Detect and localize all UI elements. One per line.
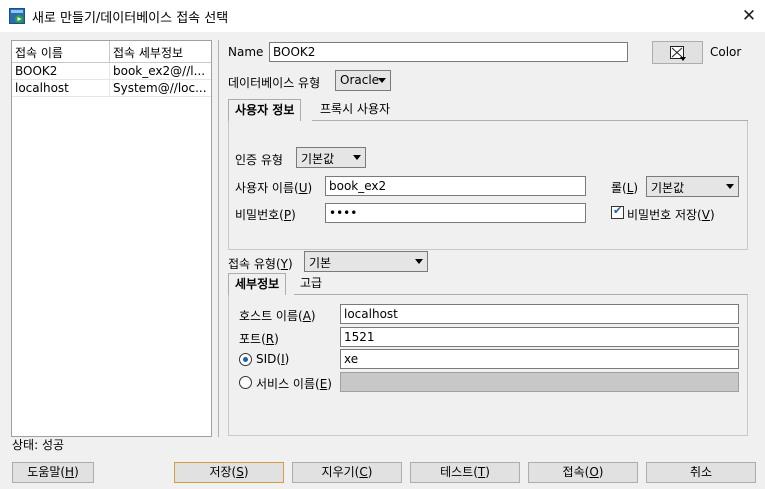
service-name-input[interactable] [340, 372, 739, 392]
help-button[interactable]: 도움말(H) [12, 462, 94, 483]
connection-type-select[interactable]: 기본 [304, 251, 428, 272]
clear-button[interactable]: 지우기(C) [292, 462, 402, 483]
name-input[interactable]: BOOK2 [269, 42, 628, 62]
connection-row[interactable]: localhost System@//loc... [12, 80, 211, 97]
username-input[interactable]: book_ex2 [325, 176, 586, 196]
chevron-down-icon [353, 155, 361, 160]
status-text: 상태: 성공 [12, 438, 65, 452]
tab-proxy-user[interactable]: 프록시 사용자 [314, 99, 396, 121]
save-password-label: 비밀번호 저장(V) [627, 208, 715, 222]
test-button[interactable]: 테스트(T) [410, 462, 520, 483]
sid-label: SID(I) [256, 352, 290, 366]
port-input[interactable]: 1521 [340, 327, 739, 347]
connection-type-label: 접속 유형(Y) [228, 257, 293, 271]
role-select[interactable]: 기본값 [646, 176, 739, 197]
close-button[interactable]: ✕ [735, 2, 763, 30]
chevron-down-icon [378, 78, 386, 83]
tab-advanced[interactable]: 고급 [294, 273, 328, 295]
connection-row[interactable]: BOOK2 book_ex2@//l... [12, 63, 211, 80]
tab-details[interactable]: 세부정보 [228, 273, 287, 295]
connect-button[interactable]: 접속(O) [528, 462, 638, 483]
radio-dot-icon [243, 357, 248, 362]
sid-input[interactable]: xe [340, 349, 739, 369]
password-input[interactable]: •••• [325, 203, 586, 223]
auth-type-value: 기본값 [301, 152, 335, 166]
password-label: 비밀번호(P) [235, 208, 296, 222]
sql-developer-icon [9, 8, 25, 24]
column-header-details[interactable]: 접속 세부정보 [113, 44, 183, 61]
database-type-value: Oracle [340, 73, 380, 87]
port-label: 포트(R) [239, 332, 279, 346]
database-type-label: 데이터베이스 유형 [228, 76, 321, 90]
connection-list: 접속 이름 접속 세부정보 BOOK2 book_ex2@//l... loca… [11, 40, 212, 437]
divider[interactable] [218, 40, 219, 437]
tab-user-info[interactable]: 사용자 정보 [228, 99, 302, 121]
database-type-select[interactable]: Oracle [335, 70, 391, 91]
connection-details: book_ex2@//l... [113, 64, 206, 78]
role-label: 롤(L) [611, 181, 639, 195]
name-label: Name [228, 45, 264, 59]
service-name-label: 서비스 이름(E) [256, 377, 332, 391]
save-button[interactable]: 저장(S) [174, 462, 284, 483]
connection-list-header: 접속 이름 접속 세부정보 [12, 41, 211, 63]
cancel-button[interactable]: 취소 [646, 462, 756, 483]
connection-name: localhost [15, 81, 69, 95]
color-button[interactable] [652, 41, 703, 64]
chevron-down-icon [680, 57, 686, 61]
color-label: Color [710, 45, 742, 59]
column-header-name[interactable]: 접속 이름 [15, 44, 63, 61]
chevron-down-icon [726, 184, 734, 189]
host-input[interactable]: localhost [340, 304, 739, 324]
save-password-checkbox[interactable]: ✔ [611, 204, 624, 219]
auth-type-label: 인증 유형 [235, 153, 283, 167]
close-icon: ✕ [741, 6, 757, 26]
connection-details: System@//loc... [113, 81, 207, 95]
chevron-down-icon [415, 259, 423, 264]
window-title: 새로 만들기/데이터베이스 접속 선택 [32, 11, 229, 26]
checkmark-icon: ✔ [613, 204, 623, 217]
service-name-radio[interactable] [239, 376, 252, 389]
connection-type-value: 기본 [309, 256, 332, 270]
username-label: 사용자 이름(U) [235, 181, 313, 195]
auth-type-select[interactable]: 기본값 [296, 147, 366, 168]
sid-radio[interactable] [239, 353, 252, 366]
connection-name: BOOK2 [15, 64, 58, 78]
title-bar: 새로 만들기/데이터베이스 접속 선택 ✕ [0, 0, 765, 32]
host-label: 호스트 이름(A) [239, 309, 316, 323]
role-value: 기본값 [651, 181, 685, 195]
